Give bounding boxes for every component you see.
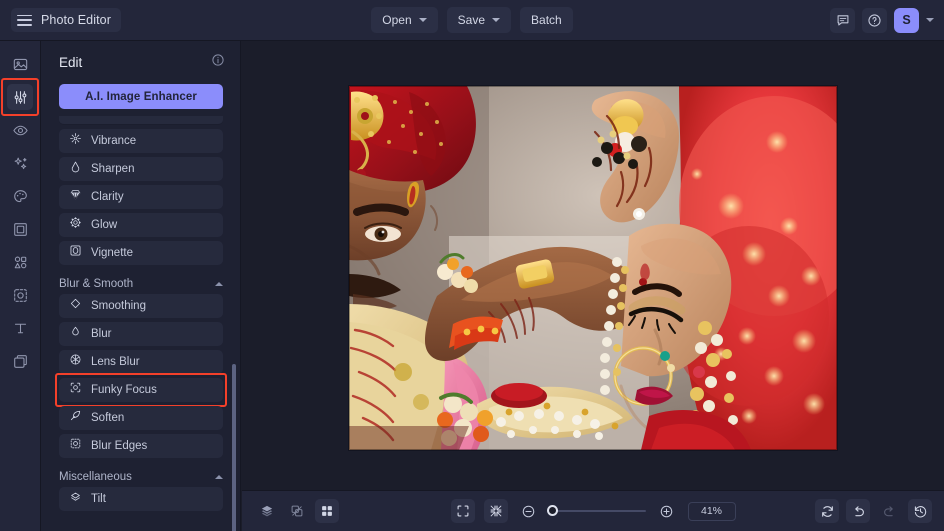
batch-button[interactable]: Batch [520,7,573,33]
chevron-up-icon [215,282,223,286]
rail-item-palette[interactable] [7,183,33,209]
redo-icon[interactable] [877,499,901,523]
reset-icon[interactable] [815,499,839,523]
list-item-smoothing[interactable]: Smoothing [59,294,223,318]
list-item-vibrance[interactable]: Vibrance [59,129,223,153]
blur-edges-icon [69,437,82,455]
help-icon[interactable] [862,8,887,33]
fit-actual-icon[interactable] [484,499,508,523]
open-button-label: Open [382,13,411,27]
list-item-label: Tilt [91,493,106,505]
bottom-bar: 41% [242,490,944,531]
list-item-label: Lens Blur [91,356,140,368]
zoom-slider[interactable] [550,510,646,512]
glow-icon [69,216,82,234]
save-button[interactable]: Save [447,7,511,33]
canvas-area[interactable] [242,41,944,490]
chevron-down-icon[interactable] [926,18,934,22]
rail-item-layers[interactable] [7,348,33,374]
section-title: Miscellaneous [59,471,132,483]
photo-editor-app: Photo Editor Open Save Batch [0,0,944,531]
page-title: Edit [59,55,82,70]
list-item-glow[interactable]: Glow [59,213,223,237]
save-button-label: Save [458,13,485,27]
zoom-out-icon[interactable] [517,499,541,523]
photo-canvas-image[interactable] [349,86,837,450]
clarity-diamond-icon [69,188,82,206]
comment-icon[interactable] [830,8,855,33]
tilt-icon [69,490,82,508]
list-item-blur[interactable]: Blur [59,322,223,346]
chevron-down-icon [492,18,500,22]
section-header-blur-smooth[interactable]: Blur & Smooth [59,278,223,290]
fit-screen-icon[interactable] [451,499,475,523]
list-item-label: Vibrance [91,135,136,147]
soften-feather-icon [69,409,82,427]
info-icon[interactable] [211,53,225,72]
batch-button-label: Batch [531,13,562,27]
lens-blur-icon [69,353,82,371]
list-item-tilt[interactable]: Tilt [59,487,223,511]
blur-drop-icon [69,325,82,343]
list-item-label: Vignette [91,247,133,259]
open-button[interactable]: Open [371,7,437,33]
list-item-vignette[interactable]: Vignette [59,241,223,265]
list-item-label: Blur Edges [91,440,147,452]
sharpen-icon [69,160,82,178]
top-bar: Photo Editor Open Save Batch [0,0,944,41]
history-icon[interactable] [908,499,932,523]
indian-wedding-couple-photo [349,86,837,450]
list-item-label: Clarity [91,191,124,203]
panel-scrollbar[interactable] [232,364,236,531]
vignette-icon [69,244,82,262]
vibrance-icon [69,132,82,150]
top-bar-right: S [830,8,934,33]
list-item-sharpen[interactable]: Sharpen [59,157,223,181]
chevron-up-icon [215,475,223,479]
list-item-label: Sharpen [91,163,134,175]
rail-item-shapes[interactable] [7,249,33,275]
rail-item-frame[interactable] [7,216,33,242]
list-item-label: Soften [91,412,124,424]
left-tool-rail [0,41,41,531]
ai-image-enhancer-button[interactable]: A.I. Image Enhancer [59,84,223,109]
rail-item-adjust[interactable] [7,84,33,110]
edit-options-scroller[interactable]: Vibrance Sharpen [41,116,240,531]
edit-panel: Edit A.I. Image Enhancer Vibrance [41,41,241,531]
zoom-level-value[interactable]: 41% [688,502,736,521]
list-item-soften[interactable]: Soften [59,406,223,430]
rail-item-portrait-effects[interactable] [7,282,33,308]
list-item-lens-blur[interactable]: Lens Blur [59,350,223,374]
section-header-miscellaneous[interactable]: Miscellaneous [59,471,223,483]
list-item-blur-edges[interactable]: Blur Edges [59,434,223,458]
chevron-down-icon [419,18,427,22]
list-item-label: Smoothing [91,300,146,312]
list-item-label: Blur [91,328,111,340]
rail-item-view-eye[interactable] [7,117,33,143]
edit-panel-header: Edit [41,41,240,80]
list-item-clarity[interactable]: Clarity [59,185,223,209]
rail-item-image[interactable] [7,51,33,77]
bottom-bar-right [815,499,932,523]
undo-icon[interactable] [846,499,870,523]
list-item-funky-focus[interactable]: Funky Focus [59,378,223,402]
zoom-slider-handle[interactable] [547,505,558,516]
rail-item-sparkles[interactable] [7,150,33,176]
avatar[interactable]: S [894,8,919,33]
section-title: Blur & Smooth [59,278,133,290]
list-item-label: Funky Focus [91,384,157,396]
funky-focus-icon [69,381,82,399]
smoothing-diamond-icon [69,297,82,315]
rail-item-text[interactable] [7,315,33,341]
list-item-partial[interactable] [59,116,223,125]
zoom-in-icon[interactable] [655,499,679,523]
list-item-label: Glow [91,219,117,231]
top-bar-actions: Open Save Batch [0,7,944,33]
